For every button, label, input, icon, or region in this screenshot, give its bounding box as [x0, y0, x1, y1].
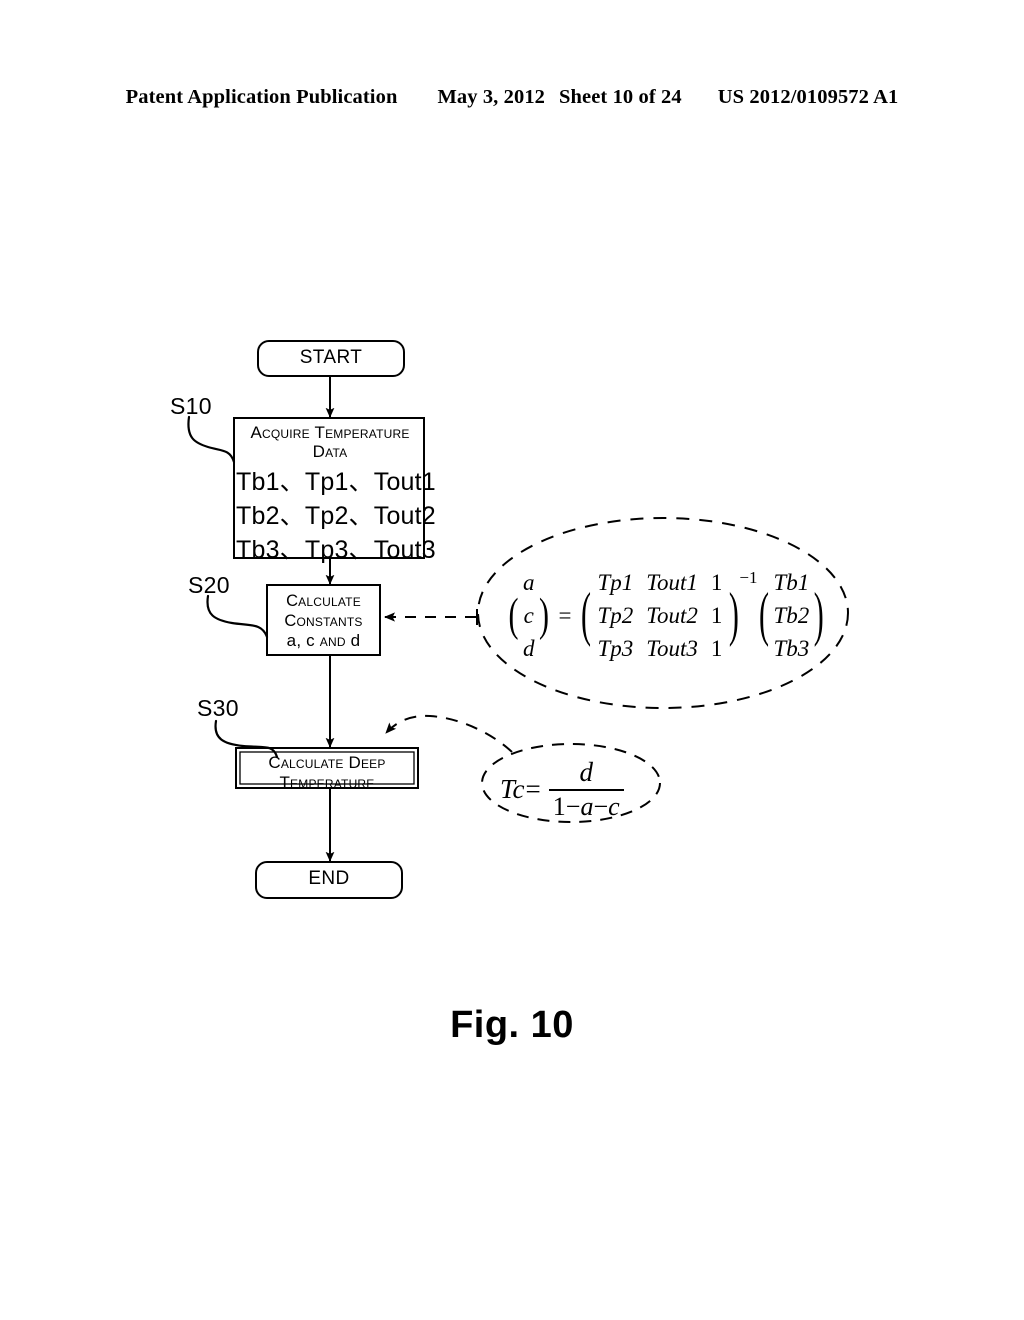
matrix-cell-r3c2: Tout3: [646, 636, 698, 662]
matrix-equation-annotation: ( a c d ) = ( Tp1 Tout1 1 Tp2 Tout2 1 Tp…: [508, 566, 824, 665]
lhs-column-vector: a c d: [519, 566, 539, 665]
s30-title-line-2: Temperature: [279, 773, 375, 793]
s10-title-line-2: Data: [312, 442, 348, 462]
tc-numerator: d: [579, 757, 593, 787]
leader-line-s10: [187, 415, 236, 464]
matrix-cell-r2c2: Tout2: [646, 603, 698, 629]
tc-denominator-op-1: −: [565, 792, 581, 821]
lhs-vector-element-1: a: [523, 570, 535, 595]
matrix-cell-r1c1: Tp1: [597, 570, 634, 595]
rhs-vector-element-1: Tb1: [773, 570, 810, 595]
s20-title-line-1: Calculate: [286, 592, 361, 610]
lhs-vector-close-paren: ): [539, 589, 549, 641]
matrix-cell-r1c3: 1: [710, 570, 723, 595]
step-reference-s30: S30: [197, 695, 239, 721]
matrix-inverse-exponent: −1: [739, 568, 758, 587]
rhs-vector-element-2: Tb2: [773, 603, 810, 629]
figure-10-diagram: START Acquire Temperature Data Tb1、Tp1、T…: [0, 0, 1024, 1320]
leader-line-s20: [206, 594, 269, 639]
rhs-vector-close-paren: ): [813, 582, 824, 649]
matrix-open-paren: (: [580, 582, 591, 649]
lhs-vector-element-3: d: [523, 636, 535, 662]
lhs-vector-open-paren: (: [508, 589, 519, 641]
end-node-label: END: [308, 868, 350, 889]
s10-data-row-2: Tb2、Tp2、Tout2: [236, 501, 436, 530]
s20-node-label-group: Calculate Constants a, c and d: [267, 591, 380, 652]
step-reference-s10: S10: [170, 393, 212, 419]
lhs-vector-element-2: c: [523, 603, 534, 629]
rhs-column-vector: Tb1 Tb2 Tb3: [769, 566, 813, 665]
step-reference-s20: S20: [188, 572, 230, 598]
matrix-cell-r2c1: Tp2: [597, 603, 634, 629]
s30-node-label-group: Calculate Deep Temperature: [240, 753, 414, 793]
rhs-vector-element-3: Tb3: [773, 636, 810, 662]
figure-caption: Fig. 10: [450, 1004, 574, 1046]
s10-data-row-1: Tb1、Tp1、Tout1: [236, 467, 436, 496]
s20-detail-suffix: d: [345, 631, 361, 651]
tc-fraction: d 1−a−c: [548, 757, 624, 822]
s20-detail-keyword: and: [319, 631, 346, 651]
s30-title-line-1: Calculate Deep: [268, 753, 386, 772]
matrix-cell-r2c3: 1: [710, 603, 723, 629]
matrix-close-paren: ): [728, 582, 739, 649]
s20-detail-prefix: a, c: [286, 631, 320, 651]
matrix-equals-sign: =: [558, 602, 572, 628]
matrix-cell-r3c3: 1: [710, 636, 723, 662]
tc-equation-annotation: Tc = d 1−a−c: [500, 757, 624, 822]
s10-title-line-1: Acquire Temperature: [250, 423, 410, 442]
inverse-matrix-group: ( Tp1 Tout1 1 Tp2 Tout2 1 Tp3 Tout3 1 ) …: [580, 566, 758, 665]
s10-data-row-3: Tb3、Tp3、Tout3: [236, 535, 436, 564]
s10-node-label-group: Acquire Temperature Data Tb1、Tp1、Tout1 T…: [236, 423, 436, 566]
s20-title-line-2: Constants: [284, 612, 363, 631]
start-node-label: START: [299, 347, 363, 368]
s20-detail-line: a, c and d: [267, 631, 380, 652]
matrix-cell-r3c1: Tp3: [597, 636, 634, 662]
tc-lhs-symbol: Tc: [500, 774, 525, 804]
tc-denominator-c: c: [608, 792, 620, 821]
tc-denominator-one: 1: [552, 792, 566, 821]
rhs-vector-open-paren: (: [758, 582, 769, 649]
coefficient-matrix: Tp1 Tout1 1 Tp2 Tout2 1 Tp3 Tout3 1: [591, 566, 728, 665]
tc-denominator-op-2: −: [593, 792, 609, 821]
dashed-arrow-tc-to-s30: [385, 714, 513, 753]
matrix-cell-r1c2: Tout1: [646, 570, 698, 595]
tc-denominator-a: a: [580, 792, 594, 821]
tc-denominator: 1−a−c: [549, 791, 624, 822]
tc-equals-sign: =: [525, 774, 541, 804]
